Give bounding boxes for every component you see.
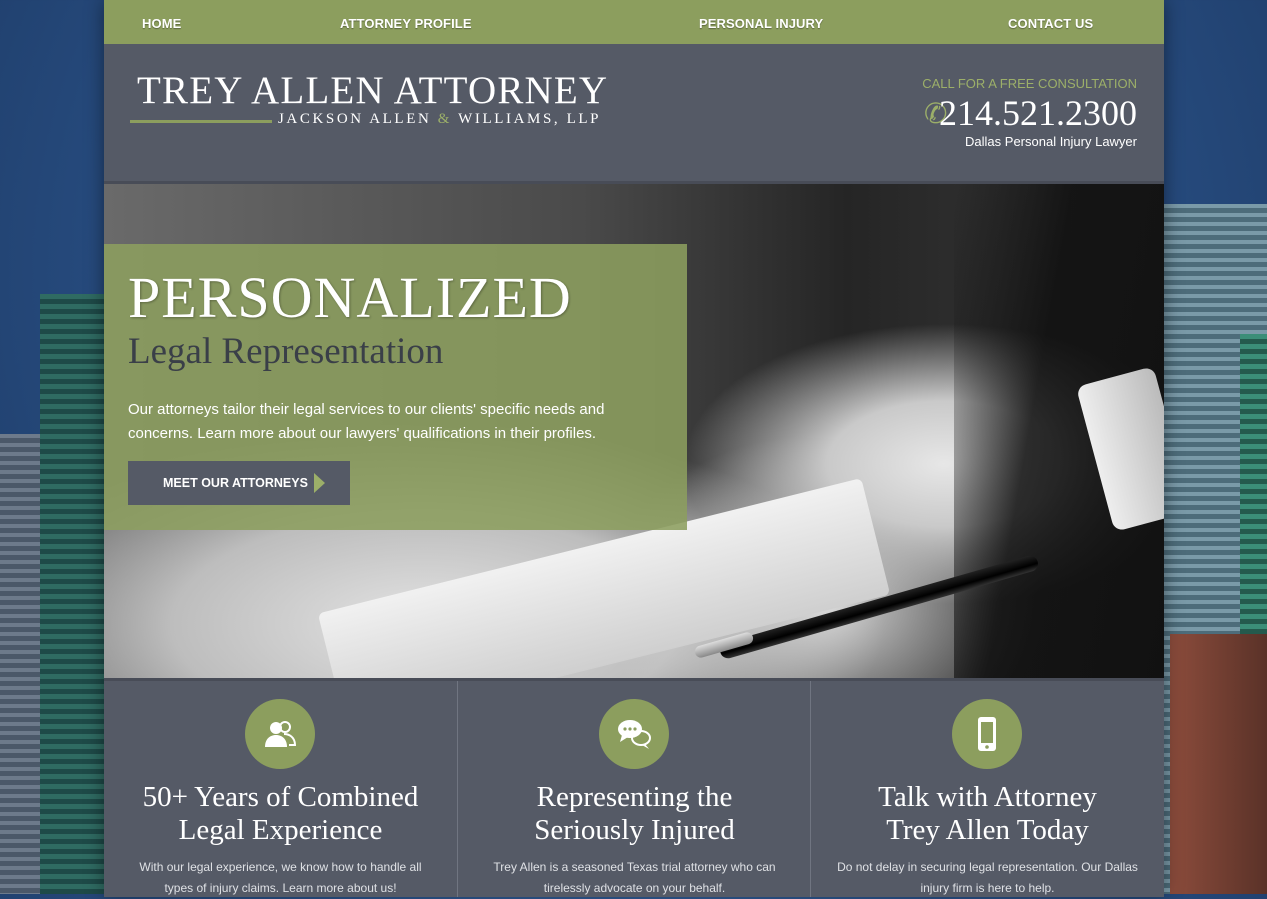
people-icon[interactable]: [245, 699, 315, 769]
mobile-phone-icon[interactable]: [952, 699, 1022, 769]
feature-title-line-1: 50+ Years of Combined: [142, 781, 419, 813]
header-tagline: Dallas Personal Injury Lawyer: [965, 134, 1137, 149]
hero-title: PERSONALIZED: [128, 265, 572, 330]
hero-description: Our attorneys tailor their legal service…: [128, 401, 605, 442]
logo-title: TREY ALLEN ATTORNEY: [137, 69, 609, 112]
hero-banner: PERSONALIZED Legal Representation Our at…: [104, 184, 1164, 678]
feature-title-line-2: Trey Allen Today: [886, 814, 1089, 846]
nav-attorney-profile[interactable]: ATTORNEY PROFILE: [340, 16, 472, 31]
nav-home[interactable]: HOME: [142, 16, 181, 31]
nav-contact-us[interactable]: CONTACT US: [1008, 16, 1093, 31]
page-container: HOME ATTORNEY PROFILE PERSONAL INJURY CO…: [104, 0, 1164, 897]
site-header: TREY ALLEN ATTORNEY JACKSON ALLEN & WILL…: [104, 44, 1164, 184]
feature-title: 50+ Years of Combined Legal Experience: [114, 781, 447, 847]
hero-callout: PERSONALIZED Legal Representation Our at…: [104, 244, 687, 530]
feature-experience: 50+ Years of Combined Legal Experience W…: [104, 681, 457, 897]
arrow-right-icon: [314, 473, 325, 493]
feature-title-line-2: Legal Experience: [178, 814, 383, 846]
feature-title: Representing the Seriously Injured: [468, 781, 801, 847]
feature-talk-with-attorney: Talk with Attorney Trey Allen Today Do n…: [810, 681, 1164, 897]
feature-text: With our legal experience, we know how t…: [139, 860, 422, 895]
feature-title-line-2: Seriously Injured: [534, 814, 735, 846]
logo-subtitle-part-b: WILLIAMS, LLP: [458, 111, 602, 127]
feature-text: Do not delay in securing legal represent…: [837, 860, 1138, 895]
building-right-3: [1170, 634, 1267, 894]
meet-our-attorneys-button[interactable]: MEET OUR ATTORNEYS: [128, 461, 350, 505]
logo-divider: [130, 120, 272, 123]
button-label: MEET OUR ATTORNEYS: [163, 476, 308, 490]
consultation-cta: CALL FOR A FREE CONSULTATION: [922, 76, 1137, 91]
nav-personal-injury[interactable]: PERSONAL INJURY: [699, 16, 823, 31]
logo-subtitle-part-a: JACKSON ALLEN: [278, 111, 432, 127]
phone-number[interactable]: 214.521.2300: [939, 92, 1137, 134]
building-left-3: [40, 294, 110, 894]
feature-text: Trey Allen is a seasoned Texas trial att…: [493, 860, 776, 895]
feature-title-line-1: Representing the: [536, 781, 733, 813]
feature-title: Talk with Attorney Trey Allen Today: [821, 781, 1154, 847]
features-row: 50+ Years of Combined Legal Experience W…: [104, 678, 1164, 897]
hero-subtitle: Legal Representation: [128, 331, 444, 372]
logo-ampersand: &: [437, 111, 453, 127]
logo-subtitle: JACKSON ALLEN & WILLIAMS, LLP: [278, 111, 601, 128]
feature-title-line-1: Talk with Attorney: [878, 781, 1097, 813]
feature-seriously-injured: Representing the Seriously Injured Trey …: [457, 681, 811, 897]
top-nav: HOME ATTORNEY PROFILE PERSONAL INJURY CO…: [104, 0, 1164, 44]
chat-bubbles-icon[interactable]: [599, 699, 669, 769]
